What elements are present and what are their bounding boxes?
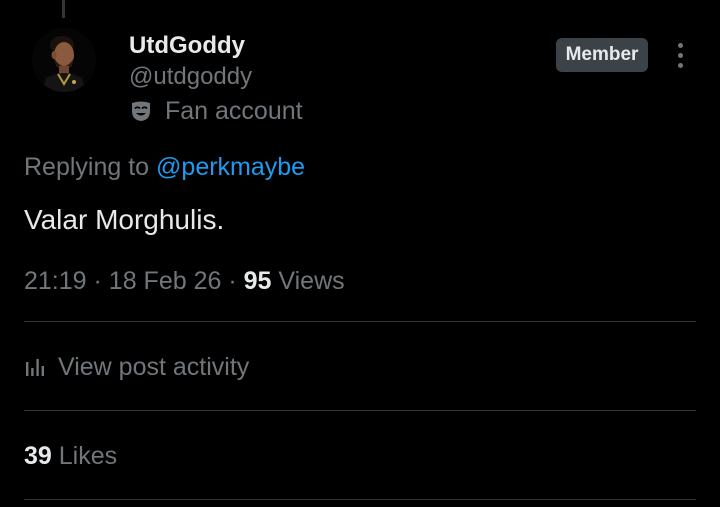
post-detail: UtdGoddy @utdgoddy Fan account Member Re… (0, 0, 720, 507)
divider (24, 499, 696, 500)
view-post-activity-button[interactable]: View post activity (24, 350, 249, 384)
view-post-activity-label: View post activity (58, 352, 250, 381)
replying-to-mention-link[interactable]: @perkmaybe (156, 153, 305, 181)
likes-label: Likes (58, 442, 118, 470)
more-options-icon[interactable] (666, 38, 694, 72)
avatar[interactable] (32, 28, 96, 92)
theater-mask-icon (129, 99, 153, 123)
post-date[interactable]: 18 Feb 26 (109, 267, 222, 295)
member-badge[interactable]: Member (556, 38, 648, 72)
replying-to-prefix: Replying to (24, 153, 150, 181)
post-time[interactable]: 21:19 (24, 267, 87, 295)
meta-separator: · (93, 267, 102, 295)
divider (24, 410, 696, 411)
account-label: Fan account (129, 95, 303, 127)
post-text: Valar Morghulis. (24, 204, 225, 235)
account-label-text: Fan account (165, 96, 303, 125)
author-handle[interactable]: @utdgoddy (129, 62, 252, 92)
post-meta: 21:19 · 18 Feb 26 · 95 Views (24, 266, 345, 296)
divider (24, 321, 696, 322)
views-label: Views (278, 267, 345, 295)
avatar-image (32, 28, 96, 92)
views-count: 95 (243, 267, 272, 295)
bar-chart-icon (24, 356, 46, 378)
thread-connector-line (62, 0, 65, 18)
likes-link[interactable]: 39 Likes (24, 440, 117, 472)
author-display-name[interactable]: UtdGoddy (129, 31, 245, 61)
likes-count: 39 (24, 442, 52, 470)
replying-to: Replying to @perkmaybe (24, 152, 305, 182)
meta-separator: · (228, 267, 237, 295)
